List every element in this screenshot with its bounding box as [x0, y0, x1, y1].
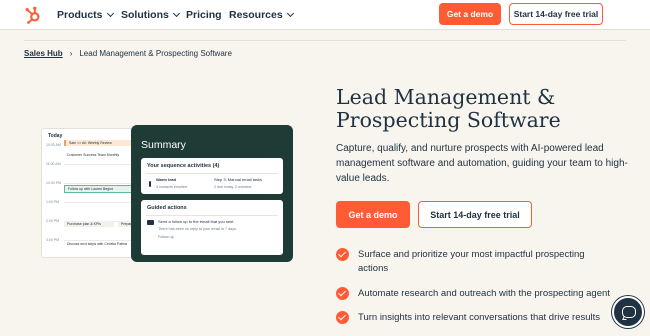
nav-free-trial-button[interactable]: Start 14-day free trial [509, 3, 603, 25]
calendar-time: 2:00 PM [46, 219, 60, 223]
breadcrumb: Sales Hub › Lead Management & Prospectin… [24, 49, 232, 58]
check-circle-icon [336, 311, 349, 324]
thermometer-icon [149, 181, 151, 187]
calendar-time: 1:00 PM [46, 200, 60, 204]
chat-launcher-button[interactable] [612, 296, 644, 328]
chevron-right-icon: › [69, 49, 73, 58]
summary-title: Summary [141, 139, 186, 151]
nav-resources[interactable]: Resources [229, 9, 294, 21]
sequence-title: Your sequence activities (4) [147, 163, 220, 169]
breadcrumb-sales-hub-link[interactable]: Sales Hub [24, 49, 63, 58]
calendar-time: 12:00 PM [46, 181, 61, 185]
card-divider [146, 173, 278, 174]
chevron-down-icon [106, 9, 114, 18]
feature-text: Turn insights into relevant conversation… [358, 312, 601, 323]
guided-actions-card: Guided actions Send a follow up to the e… [141, 200, 283, 255]
check-circle-icon [336, 248, 349, 261]
hubspot-logo-icon[interactable] [24, 6, 42, 24]
summary-panel: Summary Your sequence activities (4) War… [131, 125, 293, 262]
card-divider [146, 215, 278, 216]
nav-pricing-label: Pricing [186, 9, 222, 21]
chevron-down-icon [172, 9, 180, 18]
guided-sub: There has been no reply to your email in… [158, 227, 237, 231]
guided-title: Guided actions [147, 205, 187, 211]
nav-pricing[interactable]: Pricing [186, 9, 222, 21]
get-demo-button[interactable]: Get a demo [336, 201, 410, 228]
calendar-title: Today [48, 133, 63, 139]
nav-get-demo-button[interactable]: Get a demo [439, 3, 501, 25]
email-icon [147, 220, 154, 225]
chat-bubble-tail [622, 316, 628, 320]
feature-item: Turn insights into relevant conversation… [336, 311, 616, 325]
feature-text: Automate research and outreach with the … [358, 288, 610, 299]
page-title-line-2: Prospecting Software [336, 108, 561, 132]
calendar-time: 3:00 PM [46, 238, 60, 242]
follow-up-link[interactable]: Follow up [158, 235, 174, 239]
hero-subtitle: Capture, qualify, and nurture prospects … [336, 143, 628, 184]
check-circle-icon [336, 287, 349, 300]
step-sub: 2 due today, 2 overdue [214, 185, 252, 189]
warm-lead-sub: 3 contacts enrolled [156, 185, 187, 189]
calendar-time: 11:00 AM [46, 162, 61, 166]
page-title-line-1: Lead Management & [336, 85, 556, 109]
top-nav: Products Solutions Pricing Resources Get… [0, 0, 650, 30]
nav-solutions[interactable]: Solutions [121, 9, 180, 21]
breadcrumb-current: Lead Management & Prospecting Software [79, 49, 232, 58]
chevron-down-icon [286, 9, 294, 18]
calendar-event: Purchase plan & KPIs [64, 221, 114, 227]
nav-resources-label: Resources [229, 9, 283, 21]
calendar-time: 10:00 AM [46, 143, 61, 147]
breadcrumb-divider [24, 40, 626, 41]
nav-products-label: Products [57, 9, 103, 21]
feature-text: Surface and prioritize your most impactf… [358, 249, 585, 274]
guided-main: Send a follow up to the email that you s… [158, 219, 234, 224]
warm-lead-label: Warm lead [156, 177, 177, 182]
free-trial-button[interactable]: Start 14-day free trial [418, 201, 532, 228]
nav-products[interactable]: Products [57, 9, 114, 21]
feature-item: Automate research and outreach with the … [336, 287, 616, 301]
sequence-card: Your sequence activities (4) Warm lead 3… [141, 158, 283, 194]
step-label: Step 3: Manual email tasks [214, 177, 263, 182]
feature-item: Surface and prioritize your most impactf… [336, 248, 616, 276]
page-title: Lead Management & Prospecting Software [336, 86, 636, 132]
nav-solutions-label: Solutions [121, 9, 169, 21]
